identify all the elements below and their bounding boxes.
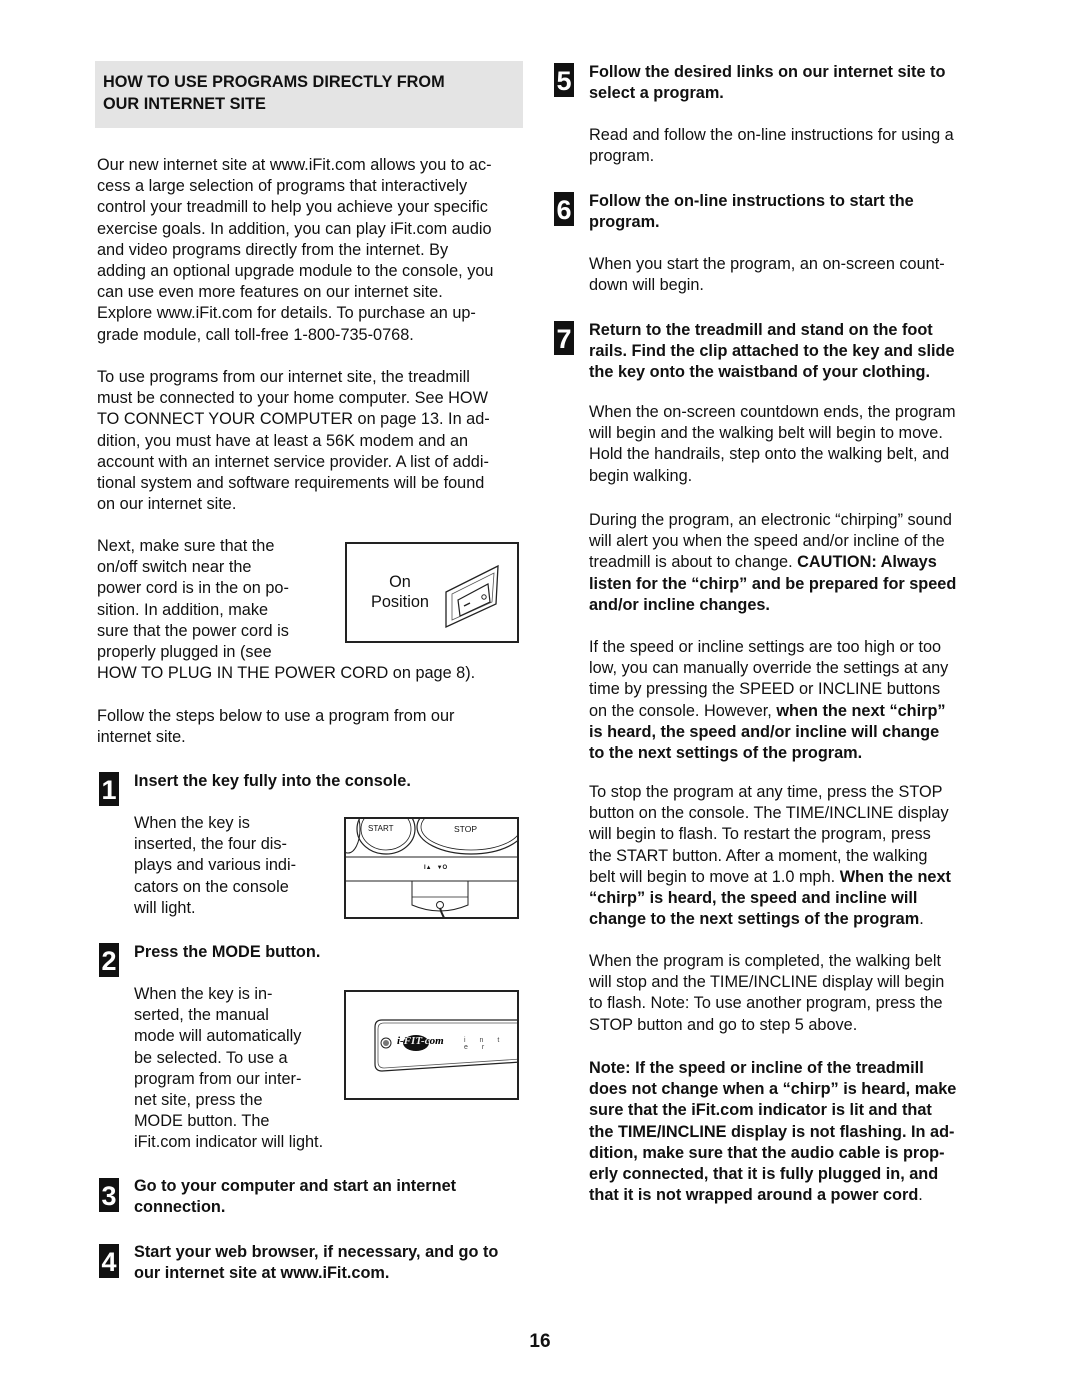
step-1-number: 1	[99, 772, 119, 806]
override-paragraph: If the speed or incline settings are too…	[589, 638, 949, 763]
incline-indicator-label: I▲ ▼O	[424, 865, 448, 871]
step-6-body: When you start the program, an on-screen…	[589, 255, 945, 295]
ifit-logo: i-FIT-com	[397, 1035, 444, 1047]
step-4-title: Start your web browser, if necessary, an…	[134, 1243, 499, 1283]
caution-label: CAUTION: Always	[797, 553, 937, 572]
step-5-body: Read and follow the on-line instructions…	[589, 126, 954, 166]
requirements-paragraph: To use programs from our internet site, …	[97, 368, 490, 514]
section-heading: HOW TO USE PROGRAMS DIRECTLY FROM OUR IN…	[103, 73, 445, 113]
console-key-figure: START STOP I▲ ▼O	[344, 817, 519, 919]
step-7-number: 7	[554, 321, 574, 355]
step-3-number: 3	[99, 1178, 119, 1212]
step-2-title: Press the MODE button.	[134, 943, 321, 961]
step-7-title: Return to the treadmill and stand on the…	[589, 321, 955, 382]
step-5-title: Follow the desired links on our internet…	[589, 63, 946, 103]
rocker-switch-icon	[445, 564, 499, 629]
step-6-number: 6	[554, 192, 574, 226]
on-position-figure: On Position	[345, 542, 519, 643]
step-4-number: 4	[99, 1244, 119, 1278]
follow-steps-paragraph: Follow the steps below to use a program …	[97, 707, 455, 747]
stop-program-paragraph: To stop the program at any time, press t…	[589, 783, 951, 929]
chirp-caution-paragraph: During the program, an electronic “chirp…	[589, 511, 957, 614]
intro-paragraph: Our new internet site at www.iFit.com al…	[97, 156, 494, 344]
page-number: 16	[529, 1331, 551, 1352]
step-2-number: 2	[99, 943, 119, 977]
ifit-indicator-figure: i-FIT-com i n t e r	[344, 990, 519, 1100]
section-heading-box: HOW TO USE PROGRAMS DIRECTLY FROM OUR IN…	[95, 61, 523, 128]
step-3-title: Go to your computer and start an interne…	[134, 1177, 457, 1217]
on-position-label: On Position	[371, 573, 429, 611]
program-completed-paragraph: When the program is completed, the walki…	[589, 952, 945, 1034]
troubleshooting-note: Note: If the speed or incline of the tre…	[589, 1059, 957, 1205]
stop-button-label: STOP	[454, 824, 477, 834]
start-button-label: START	[368, 824, 394, 833]
step-1-title: Insert the key fully into the console.	[134, 772, 411, 790]
step-5-number: 5	[554, 63, 574, 97]
step-1-body: When the key is inserted, the four dis- p…	[134, 814, 296, 917]
step-6-title: Follow the on-line instructions to start…	[589, 192, 914, 232]
interactive-label: i n t e r	[464, 1037, 506, 1051]
step-7-body: When the on-screen countdown ends, the p…	[589, 403, 956, 485]
step-2-body: When the key is in-serted, the manual mo…	[134, 985, 324, 1152]
